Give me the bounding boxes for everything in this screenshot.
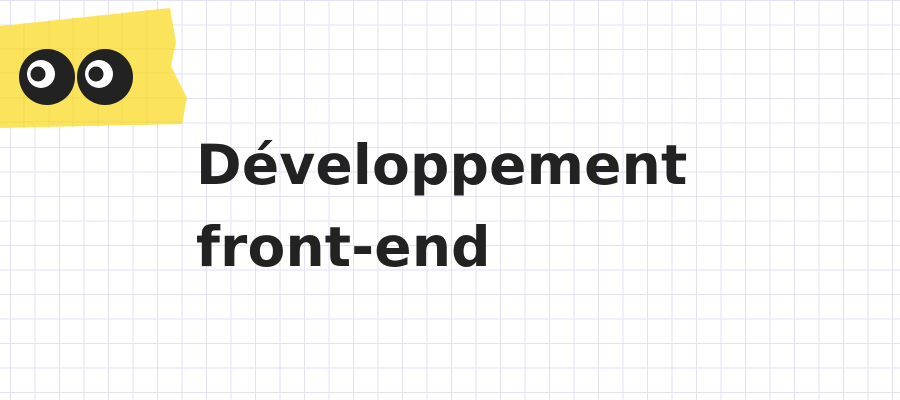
page-title: Développement front-end [196, 124, 687, 288]
googly-eyes-icon [19, 49, 133, 105]
title-line-2: front-end [196, 215, 491, 279]
title-line-1: Développement [196, 133, 688, 197]
right-eye [77, 49, 133, 105]
left-eye [19, 49, 75, 105]
